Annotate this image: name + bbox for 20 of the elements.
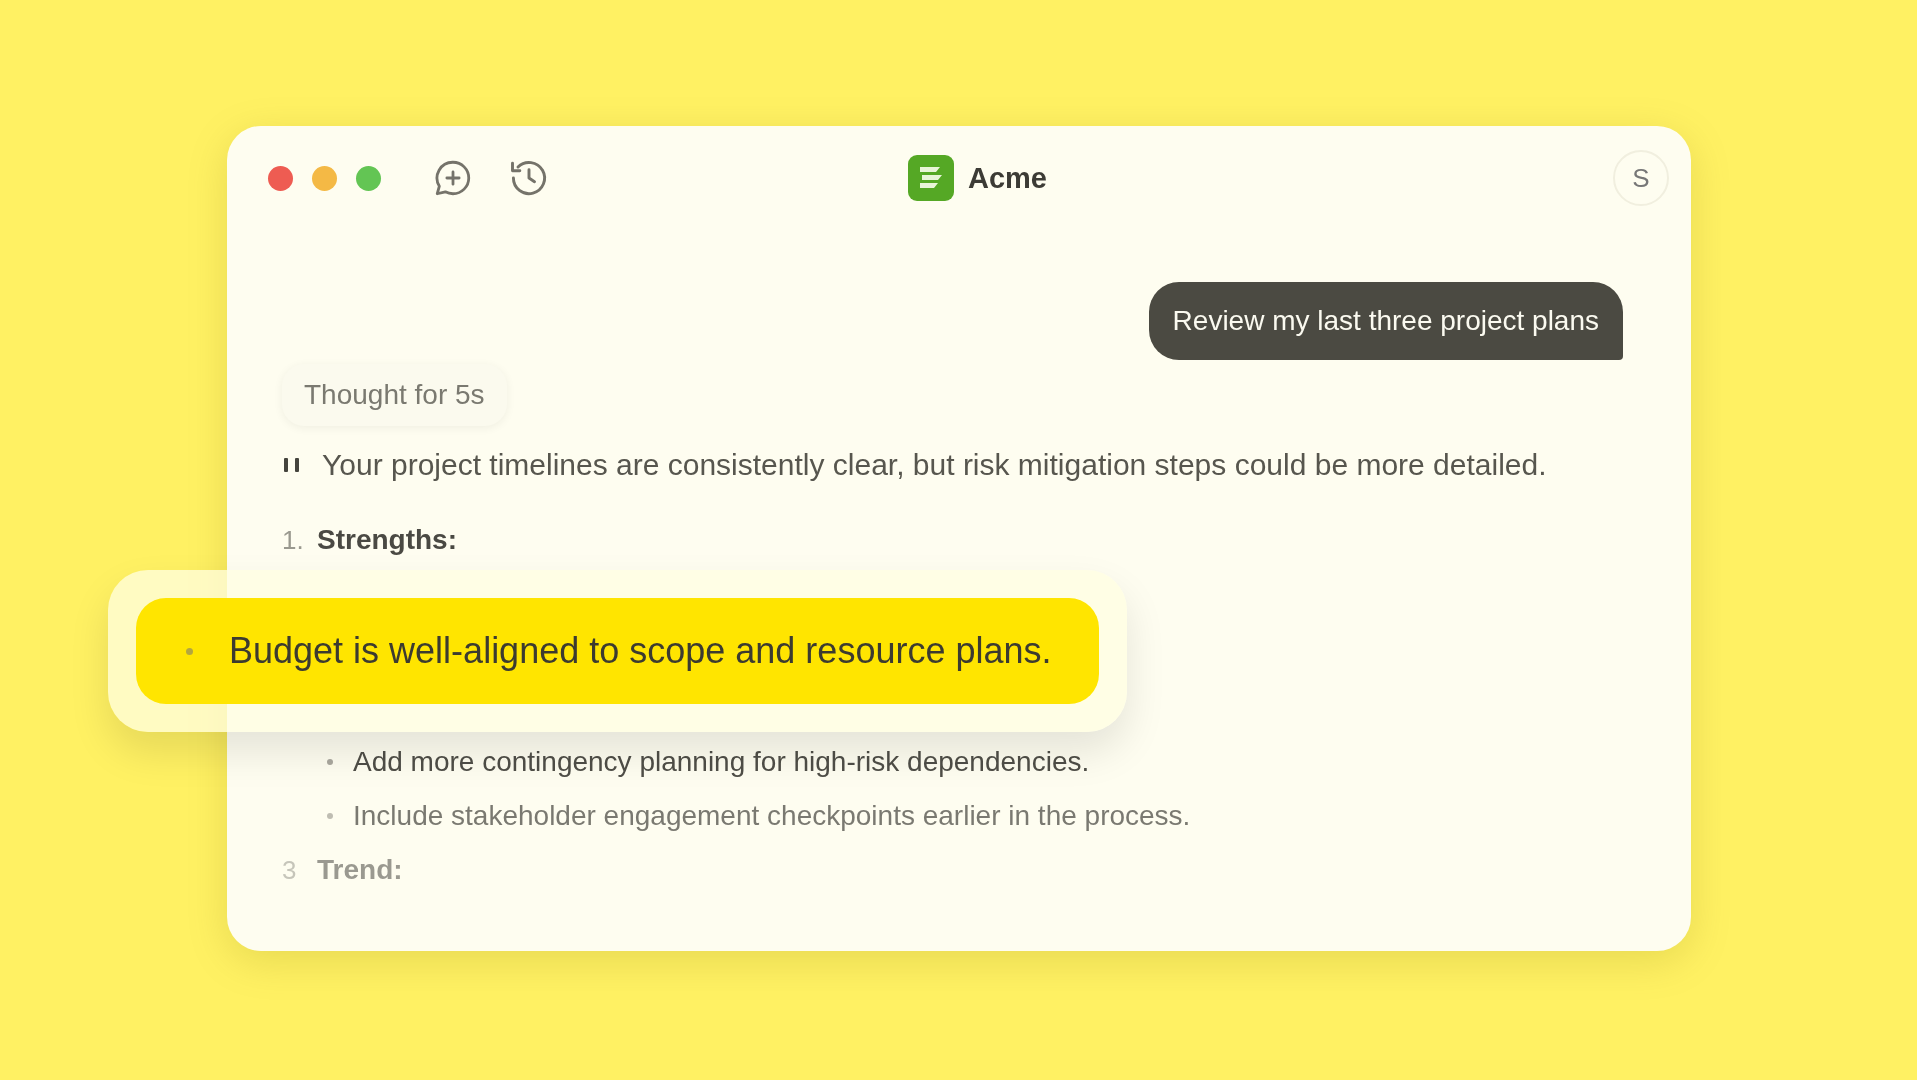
bullet-dot [327,759,333,765]
bullet-text: Add more contingency planning for high-risk dependencies. [353,746,1090,778]
bullet-dot [327,813,333,819]
quote-mark-icon [282,457,302,473]
app-title: Acme [968,161,1047,195]
section-heading: Strengths: [317,524,457,556]
maximize-button[interactable] [356,165,381,191]
user-avatar[interactable]: S [1613,150,1669,206]
bullet-text: Include stakeholder engagement checkpoints earlier in the process. [353,800,1191,832]
quote-text: Your project timelines are consistently clear, but risk mitigation steps could be more detailed. [322,448,1547,482]
bullet-dot [186,647,193,655]
minimize-button[interactable] [312,165,337,191]
user-message-bubble: Review my last three project plans [1148,282,1623,360]
list-number: 1. [282,525,305,556]
section-heading: Trend: [317,854,403,886]
list-number: 3 [282,855,298,886]
app-logo-icon [908,155,954,201]
thought-duration-chip[interactable]: Thought for 5s [282,364,507,426]
close-button[interactable] [268,165,293,191]
highlighted-text: Budget is well-aligned to scope and resource plans. [229,630,1052,672]
